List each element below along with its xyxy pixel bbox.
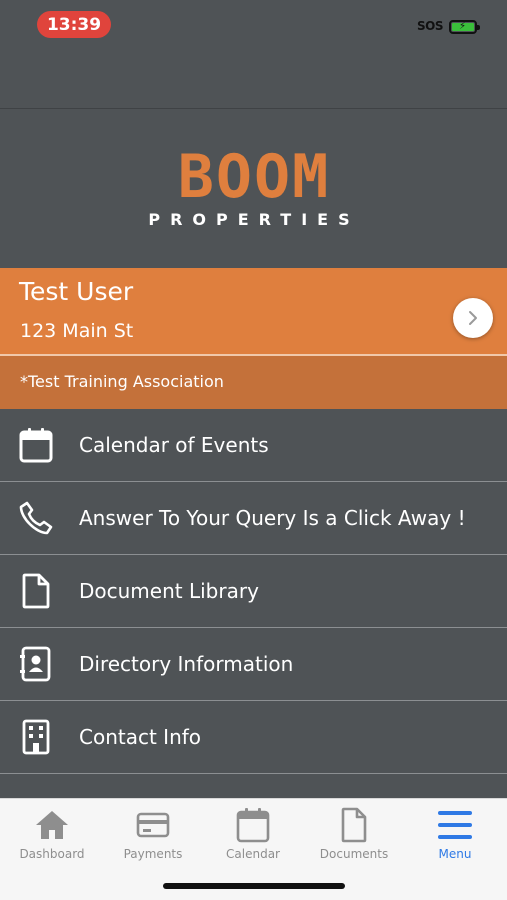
tab-menu[interactable]: Menu xyxy=(405,805,505,861)
status-time: 13:39 xyxy=(37,11,111,38)
menu-item-answer-query[interactable]: Answer To Your Query Is a Click Away ! xyxy=(0,482,507,555)
status-bar: 13:39 SOS ⚡ xyxy=(0,0,507,50)
tab-payments[interactable]: Payments xyxy=(103,805,203,861)
menu-list: Calendar of Events Answer To Your Query … xyxy=(0,409,507,774)
boom-properties-logo: BOOM PROPERTIES xyxy=(145,142,363,229)
tab-calendar[interactable]: Calendar xyxy=(203,805,303,861)
menu-item-calendar-of-events[interactable]: Calendar of Events xyxy=(0,409,507,482)
tab-label: Calendar xyxy=(226,847,280,861)
chevron-right-icon xyxy=(469,311,477,325)
menu-item-label: Calendar of Events xyxy=(79,433,269,457)
tab-label: Dashboard xyxy=(19,847,85,861)
logo-subtitle: PROPERTIES xyxy=(148,210,360,229)
header-divider xyxy=(0,108,507,109)
contact-book-icon xyxy=(18,645,54,683)
home-icon xyxy=(2,805,102,845)
calendar-icon xyxy=(18,426,54,464)
menu-item-label: Answer To Your Query Is a Click Away ! xyxy=(79,506,466,530)
profile-arrow-button[interactable] xyxy=(453,298,493,338)
user-address: 123 Main St xyxy=(20,320,134,342)
tab-label: Payments xyxy=(123,847,183,861)
menu-item-contact-info[interactable]: Contact Info xyxy=(0,701,507,774)
document-icon xyxy=(304,805,404,845)
menu-item-directory-information[interactable]: Directory Information xyxy=(0,628,507,701)
user-name: Test User xyxy=(19,277,134,306)
logo-wordmark: BOOM xyxy=(177,142,331,212)
menu-item-label: Contact Info xyxy=(79,725,202,749)
hamburger-icon xyxy=(405,805,505,845)
menu-item-label: Directory Information xyxy=(79,652,294,676)
sos-indicator: SOS xyxy=(417,19,444,33)
menu-item-label: Document Library xyxy=(79,579,259,603)
credit-card-icon xyxy=(103,805,203,845)
menu-item-document-library[interactable]: Document Library xyxy=(0,555,507,628)
association-name: *Test Training Association xyxy=(20,372,224,391)
battery-icon: ⚡ xyxy=(449,20,480,34)
tab-label: Documents xyxy=(319,847,389,861)
building-icon xyxy=(18,718,54,756)
tab-label: Menu xyxy=(438,847,472,861)
tab-dashboard[interactable]: Dashboard xyxy=(2,805,102,861)
calendar-icon xyxy=(203,805,303,845)
home-indicator[interactable] xyxy=(163,883,345,889)
document-icon xyxy=(18,572,54,610)
phone-icon xyxy=(18,499,54,537)
tab-documents[interactable]: Documents xyxy=(304,805,404,861)
